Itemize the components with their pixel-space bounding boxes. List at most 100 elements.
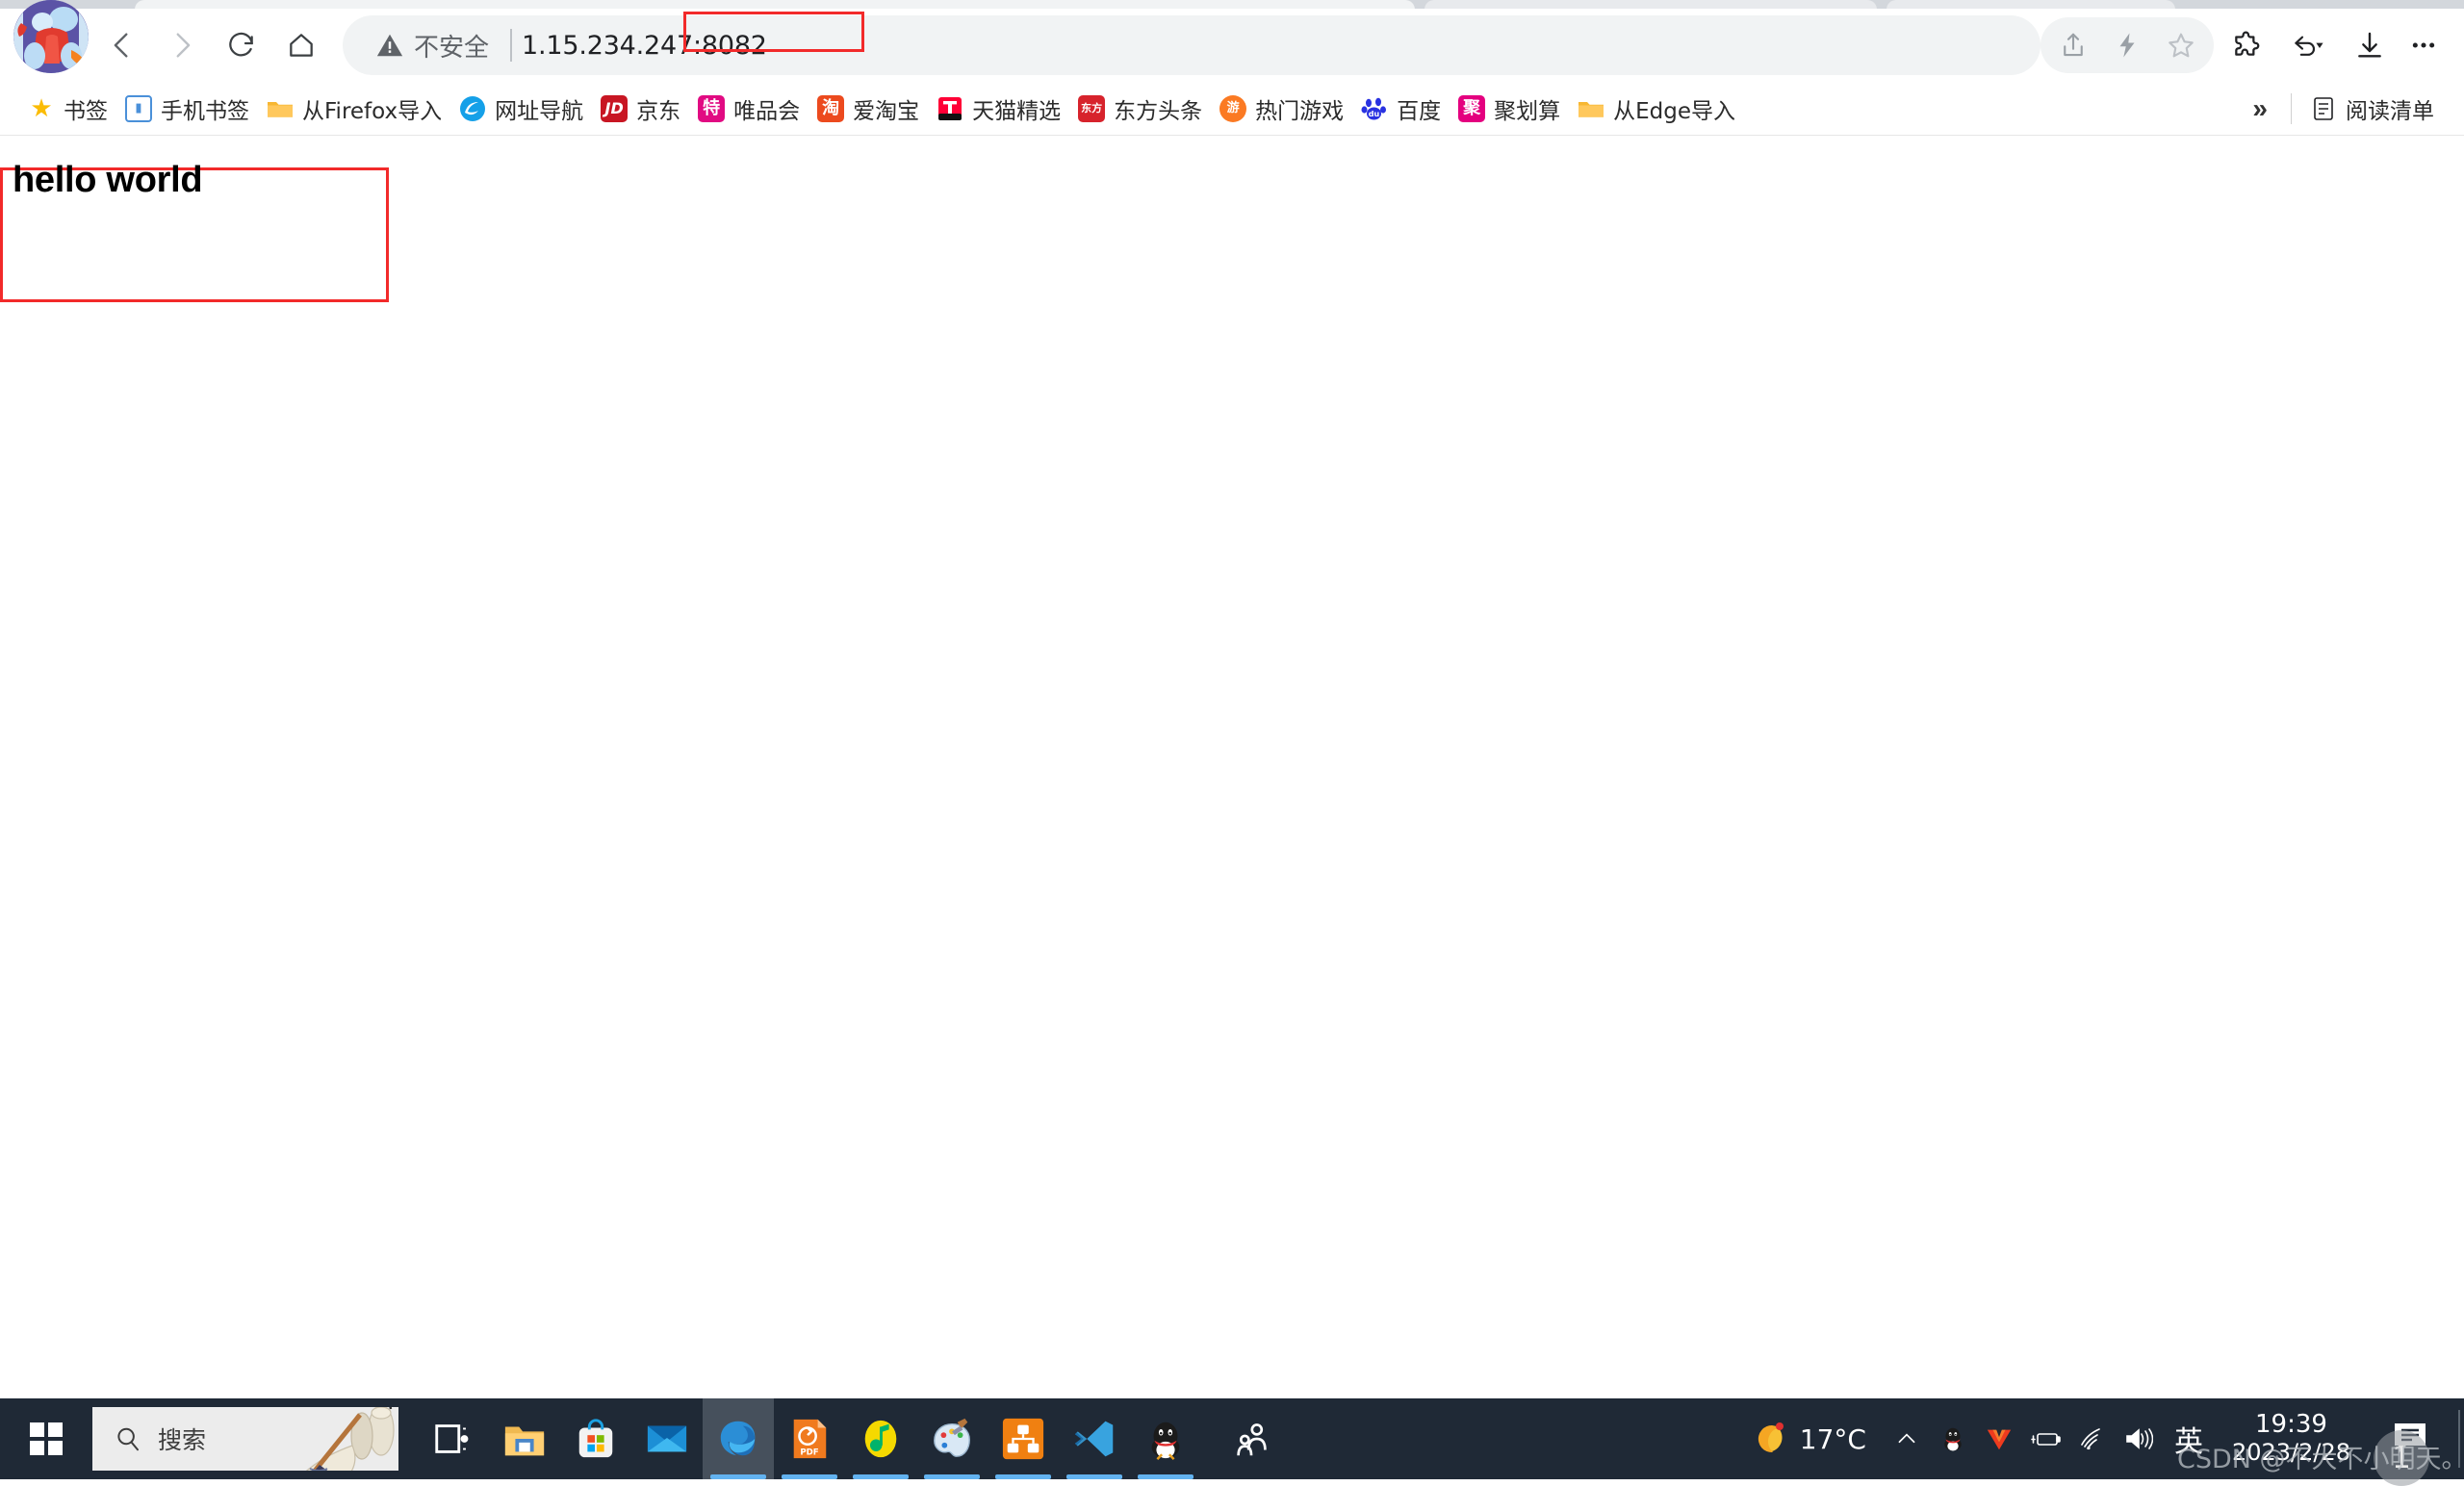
clock-time: 19:39 [2255,1410,2327,1440]
reading-list-icon [2310,95,2337,122]
show-desktop-divider[interactable] [2458,1410,2460,1468]
bookmark-item-vip[interactable]: 特 唯品会 [689,88,808,130]
file-explorer-icon[interactable] [489,1398,560,1479]
page-heading: hello world [13,160,203,200]
bookmark-label: 京东 [636,98,681,124]
paint-icon[interactable] [916,1398,988,1479]
xmind-icon[interactable] [988,1398,1059,1479]
folder-icon [1578,95,1604,122]
phone-bookmark-icon: ▮ [125,94,152,122]
toolbar-actions [2040,17,2451,73]
system-tray: 17°C 英 19:39 2023/2/28 [1740,1398,2464,1479]
people-icon[interactable] [1217,1398,1288,1479]
microsoft-store-icon[interactable] [560,1398,631,1479]
windows-logo-icon [30,1422,63,1455]
omnibox-divider [510,29,513,62]
active-indicator [1138,1474,1194,1479]
bookmark-label: 唯品会 [733,98,801,124]
bookmark-item-tmall[interactable]: 天猫精选 [928,88,1069,130]
search-decoration-image [305,1407,395,1471]
search-icon [117,1427,139,1451]
page-content: hello world [0,137,2464,1398]
bookmark-item-taobao[interactable]: 淘 爱淘宝 [808,88,928,130]
download-icon[interactable] [2343,18,2397,72]
vscode-icon[interactable] [1059,1398,1130,1479]
active-indicator [924,1474,980,1479]
taskbar-search-input[interactable]: 搜索 [92,1407,398,1471]
reload-button[interactable] [212,15,271,75]
bookmarks-bar: ★ 书签 ▮ 手机书签 从Firefox导入 网址导航 JD 京东 特 唯品会 [0,82,2464,136]
ime-indicator[interactable]: 英 [2161,1418,2217,1460]
active-indicator [853,1474,909,1479]
bookmark-item-nav[interactable]: 网址导航 [450,88,592,130]
battery-icon[interactable] [2022,1398,2068,1479]
qq-music-icon[interactable] [845,1398,916,1479]
wps-icon[interactable] [1976,1398,2022,1479]
volume-icon[interactable] [2115,1398,2161,1479]
bookmark-item-edge-folder[interactable]: 从Edge导入 [1569,88,1744,130]
windows-taskbar: 搜索 PDF 17°C 英 19:39 2023/2/28 [0,1398,2464,1479]
qq-tray-icon[interactable] [1930,1398,1976,1479]
bookmark-item-games[interactable]: 游 热门游戏 [1211,88,1352,130]
taskbar-search-placeholder: 搜索 [158,1426,207,1454]
bookmark-item-shuqian[interactable]: ★ 书签 [19,88,116,130]
profile-avatar[interactable] [13,0,89,73]
game-icon: 游 [1219,94,1247,122]
bookmark-item-firefox-folder[interactable]: 从Firefox导入 [258,88,450,130]
svg-text:du: du [1369,110,1380,118]
task-view-icon[interactable] [418,1398,489,1479]
active-indicator [782,1474,837,1479]
weather-widget[interactable]: 17°C [1740,1420,1884,1458]
bookmark-label: 手机书签 [161,98,249,124]
lightning-icon[interactable] [2100,18,2154,72]
forward-button[interactable] [152,15,212,75]
bookmarks-divider [2291,92,2292,124]
bookmark-label: 爱淘宝 [853,98,920,124]
bookmark-label: 从Firefox导入 [302,98,443,124]
qq-icon[interactable] [1130,1398,1201,1479]
security-indicator[interactable]: 不安全 [366,22,500,69]
weather-temperature: 17°C [1799,1422,1866,1455]
mail-icon[interactable] [631,1398,703,1479]
juhuasuan-icon: 聚 [1458,94,1486,122]
bookmark-label: 天猫精选 [972,98,1062,124]
chevron-up-icon[interactable] [1884,1398,1930,1479]
active-indicator [1066,1474,1122,1479]
svg-text:PDF: PDF [800,1448,818,1457]
star-icon: ★ [30,94,53,122]
bookmarks-overflow-button[interactable]: » [2239,91,2281,126]
taskbar-clock[interactable]: 19:39 2023/2/28 [2217,1410,2366,1467]
bookmark-item-dongfang[interactable]: 东方 东方头条 [1069,88,1211,130]
clock-date: 2023/2/28 [2231,1439,2350,1467]
back-button[interactable] [92,15,152,75]
start-button[interactable] [0,1398,92,1479]
taobao-icon: 淘 [817,94,845,122]
browser-toolbar: 不安全 1.15.234.247:8082 [0,0,2464,82]
url-text: 1.15.234.247:8082 [522,30,767,61]
wifi-icon[interactable] [2068,1398,2115,1479]
notification-center-button[interactable] [2366,1398,2454,1479]
bookmark-item-juhuasuan[interactable]: 聚 聚划算 [1450,88,1569,130]
reading-list-label: 阅读清单 [2346,98,2434,124]
ie-compass-icon [459,95,486,122]
active-indicator [995,1474,1051,1479]
history-back-arrow-icon[interactable] [2273,18,2343,72]
extensions-puzzle-icon[interactable] [2220,18,2273,72]
home-button[interactable] [271,15,331,75]
warning-triangle-icon [376,34,403,57]
bookmark-label: 从Edge导入 [1613,98,1736,124]
bookmark-item-jd[interactable]: JD 京东 [592,88,689,130]
vip-icon: 特 [698,94,726,122]
bookmark-item-baidu[interactable]: du 百度 [1352,88,1450,130]
reading-list-button[interactable]: 阅读清单 [2301,88,2443,130]
address-bar[interactable]: 不安全 1.15.234.247:8082 [343,12,2040,75]
more-menu-icon[interactable] [2397,18,2451,72]
dongfang-icon: 东方 [1078,94,1106,122]
notification-chat-icon [2395,1423,2426,1453]
bookmark-label: 书签 [64,98,108,124]
edge-browser-icon[interactable] [703,1398,774,1479]
star-icon[interactable] [2154,18,2208,72]
bookmark-item-phone[interactable]: ▮ 手机书签 [116,88,258,130]
share-icon[interactable] [2046,18,2100,72]
pdf-reader-icon[interactable]: PDF [774,1398,845,1479]
